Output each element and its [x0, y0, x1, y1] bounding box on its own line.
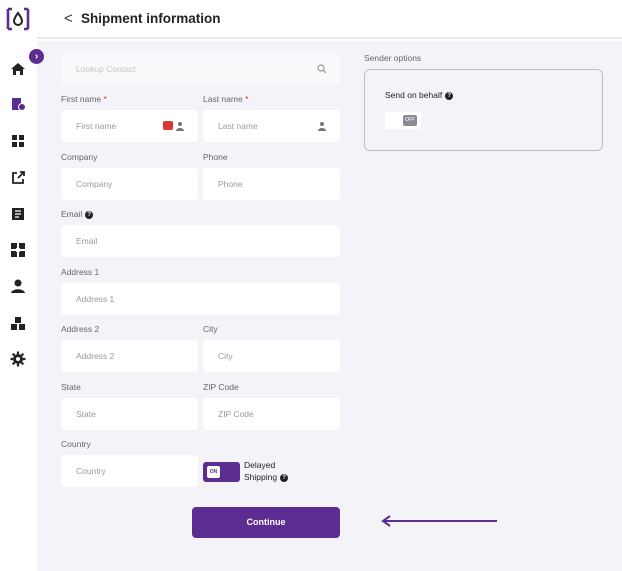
- home-icon[interactable]: [10, 61, 26, 77]
- external-link-icon[interactable]: [10, 170, 26, 186]
- page-title: Shipment information: [81, 11, 221, 26]
- settings-icon[interactable]: [10, 351, 26, 367]
- shipments-icon[interactable]: [10, 96, 26, 112]
- sender-options-title: Sender options: [364, 53, 422, 63]
- first-name-label: First name *: [61, 94, 107, 104]
- send-on-behalf-toggle[interactable]: OFF: [385, 112, 421, 129]
- search-icon: [317, 64, 327, 74]
- company-input[interactable]: Company: [61, 168, 198, 200]
- integrations-icon[interactable]: [10, 242, 26, 258]
- zip-label: ZIP Code: [203, 382, 239, 392]
- continue-button[interactable]: Continue: [192, 507, 340, 538]
- autofill-badge-icon[interactable]: [163, 121, 173, 130]
- main-content: Lookup Contact First name * Last name * …: [37, 41, 622, 571]
- company-label: Company: [61, 152, 98, 162]
- city-label: City: [203, 324, 218, 334]
- user-icon[interactable]: [10, 278, 26, 294]
- phone-label: Phone: [203, 152, 228, 162]
- delayed-shipping-label: Delayed Shipping?: [244, 459, 289, 483]
- dashboard-icon[interactable]: [10, 133, 26, 149]
- phone-placeholder: Phone: [218, 179, 243, 189]
- email-label: Email?: [61, 209, 94, 219]
- address2-placeholder: Address 2: [76, 351, 115, 361]
- country-label: Country: [61, 439, 91, 449]
- toggle-knob: OFF: [403, 115, 417, 126]
- lookup-contact-placeholder: Lookup Contact: [76, 64, 136, 74]
- email-help-icon[interactable]: ?: [85, 211, 94, 219]
- back-button[interactable]: <: [64, 10, 73, 27]
- address1-label: Address 1: [61, 267, 100, 277]
- city-placeholder: City: [218, 351, 233, 361]
- state-label: State: [61, 382, 81, 392]
- email-placeholder: Email: [76, 236, 98, 246]
- page-header: < Shipment information: [37, 0, 622, 39]
- company-placeholder: Company: [76, 179, 113, 189]
- delayed-shipping-help-icon[interactable]: ?: [280, 474, 289, 482]
- address1-input[interactable]: Address 1: [61, 283, 340, 315]
- annotation-arrow-icon: [381, 515, 497, 527]
- phone-input[interactable]: Phone: [203, 168, 340, 200]
- delayed-shipping-toggle[interactable]: ON: [203, 462, 240, 482]
- last-name-placeholder: Last name: [218, 121, 258, 131]
- sender-options-panel: Send on behalf? OFF: [364, 69, 603, 151]
- address2-label: Address 2: [61, 324, 100, 334]
- zip-input[interactable]: ZIP Code: [203, 398, 340, 430]
- contact-icon: [176, 122, 184, 131]
- lookup-contact-input[interactable]: Lookup Contact: [61, 53, 340, 85]
- state-input[interactable]: State: [61, 398, 198, 430]
- last-name-input[interactable]: Last name: [203, 110, 340, 142]
- toggle-knob: ON: [207, 466, 220, 478]
- first-name-input[interactable]: First name: [61, 110, 198, 142]
- sidebar-collapse-button[interactable]: ›: [29, 49, 44, 64]
- reports-icon[interactable]: [10, 206, 26, 222]
- state-placeholder: State: [76, 409, 96, 419]
- inventory-icon[interactable]: [10, 315, 26, 331]
- address1-placeholder: Address 1: [76, 294, 115, 304]
- last-name-label: Last name *: [203, 94, 249, 104]
- zip-placeholder: ZIP Code: [218, 409, 254, 419]
- country-placeholder: Country: [76, 466, 106, 476]
- first-name-placeholder: First name: [76, 121, 117, 131]
- contact-icon: [318, 122, 326, 131]
- address2-input[interactable]: Address 2: [61, 340, 198, 372]
- email-input[interactable]: Email: [61, 225, 340, 257]
- country-input[interactable]: Country: [61, 455, 198, 487]
- city-input[interactable]: City: [203, 340, 340, 372]
- send-on-behalf-help-icon[interactable]: ?: [445, 92, 454, 100]
- send-on-behalf-label: Send on behalf?: [385, 90, 454, 100]
- sidebar: ›: [0, 0, 44, 571]
- logo: [6, 7, 30, 31]
